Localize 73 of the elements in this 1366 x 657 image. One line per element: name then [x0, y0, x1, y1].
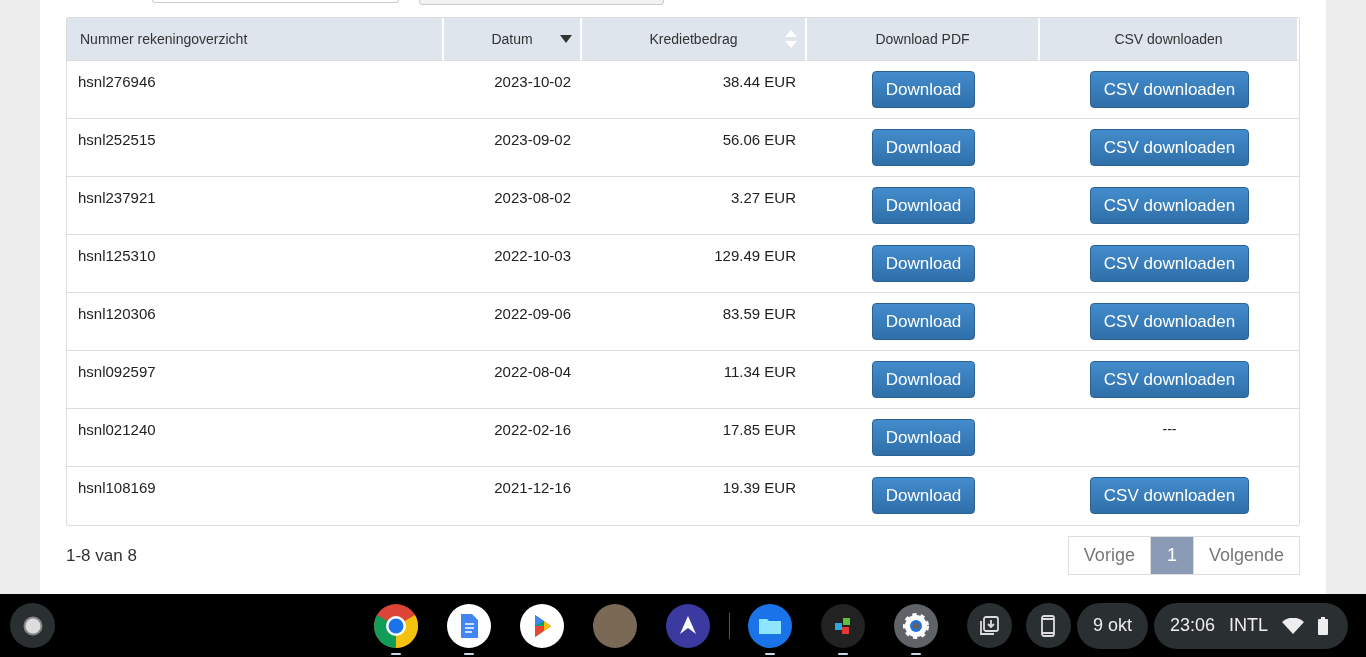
- document-icon[interactable]: [447, 603, 492, 648]
- app-icon[interactable]: [666, 603, 711, 648]
- circle-icon: [22, 615, 43, 636]
- download-button[interactable]: Download: [871, 187, 976, 224]
- browser-icon[interactable]: [374, 603, 419, 648]
- table-cell: 2022-08-04: [444, 351, 582, 409]
- table-cell: 38.44 EUR: [582, 61, 807, 119]
- running-indicator: [838, 653, 849, 655]
- input-method-text: INTL: [1229, 615, 1268, 636]
- download-button[interactable]: Download: [871, 477, 976, 514]
- status-tray[interactable]: 23:06 INTL: [1153, 602, 1348, 649]
- running-indicator: [464, 653, 475, 655]
- wifi-icon: [1282, 617, 1304, 634]
- phone-icon[interactable]: [1025, 603, 1071, 648]
- battery-icon: [1318, 616, 1328, 635]
- download-button[interactable]: Download: [871, 303, 976, 340]
- running-indicator: [765, 653, 776, 655]
- table-cell: 3.27 EUR: [582, 177, 807, 235]
- table-cell: hsnl125310: [67, 235, 444, 293]
- result-count: 1-8 van 8: [66, 545, 137, 566]
- download-button[interactable]: Download: [871, 361, 976, 398]
- download-button[interactable]: Download: [871, 419, 976, 456]
- cubes-icon[interactable]: [821, 603, 866, 648]
- table-cell: 56.06 EUR: [582, 119, 807, 177]
- running-indicator: [911, 653, 922, 655]
- column-header: Datum: [491, 31, 533, 47]
- column-header: Nummer rekeningoverzicht: [80, 31, 248, 47]
- date-tray[interactable]: 9 okt: [1076, 602, 1148, 649]
- settings-icon[interactable]: [894, 603, 939, 648]
- table-cell: hsnl092597: [67, 351, 444, 409]
- column-header: Download PDF: [875, 31, 970, 47]
- table-cell: 2023-10-02: [444, 61, 582, 119]
- table-cell: 2022-10-03: [444, 235, 582, 293]
- table-cell: 17.85 EUR: [582, 409, 807, 467]
- csv-download-button[interactable]: CSV downloaden: [1089, 477, 1250, 514]
- table-cell: 129.49 EUR: [582, 235, 807, 293]
- download-button[interactable]: Download: [871, 129, 976, 166]
- table-cell: 2022-02-16: [444, 409, 582, 467]
- table-cell: hsnl237921: [67, 177, 444, 235]
- play-store-icon[interactable]: [520, 603, 565, 648]
- column-header: Kredietbedrag: [649, 31, 738, 47]
- table-cell: hsnl021240: [67, 409, 444, 467]
- csv-download-button[interactable]: CSV downloaden: [1089, 71, 1250, 108]
- pagination-button[interactable]: Vorige: [1067, 536, 1151, 575]
- sort-descending-icon[interactable]: [560, 35, 572, 43]
- table-cell: 11.34 EUR: [582, 351, 807, 409]
- csv-download-button[interactable]: CSV downloaden: [1089, 187, 1250, 224]
- downloads-icon[interactable]: [966, 603, 1012, 648]
- table-cell: hsnl252515: [67, 119, 444, 177]
- running-indicator: [391, 653, 402, 655]
- table-cell-text: 2021-12-16: [493, 478, 572, 498]
- avatar-icon[interactable]: [593, 603, 638, 648]
- csv-download-button[interactable]: CSV downloaden: [1089, 129, 1250, 166]
- launcher-button[interactable]: [10, 603, 55, 648]
- folder-icon[interactable]: [748, 603, 793, 648]
- table-cell: hsnl276946: [67, 61, 444, 119]
- csv-download-button[interactable]: CSV downloaden: [1089, 245, 1250, 282]
- table-cell: 2023-09-02: [444, 119, 582, 177]
- table-cell: 2022-09-06: [444, 293, 582, 351]
- table-cell: 83.59 EUR: [582, 293, 807, 351]
- csv-download-button[interactable]: CSV downloaden: [1089, 303, 1250, 340]
- download-button[interactable]: Download: [871, 71, 976, 108]
- table-cell: hsnl120306: [67, 293, 444, 351]
- csv-download-button[interactable]: CSV downloaden: [1089, 361, 1250, 398]
- table-cell: 2023-08-02: [444, 177, 582, 235]
- clock-text: 23:06: [1169, 615, 1215, 636]
- empty-value: ---: [1162, 421, 1177, 437]
- table-cell-text: hsnl108169: [77, 478, 157, 498]
- download-button[interactable]: Download: [871, 245, 976, 282]
- column-header: CSV downloaden: [1114, 31, 1223, 47]
- pagination-button[interactable]: 1: [1149, 536, 1194, 575]
- pagination-button[interactable]: Volgende: [1192, 536, 1300, 575]
- table-cell-text: 19.39 EUR: [721, 478, 797, 498]
